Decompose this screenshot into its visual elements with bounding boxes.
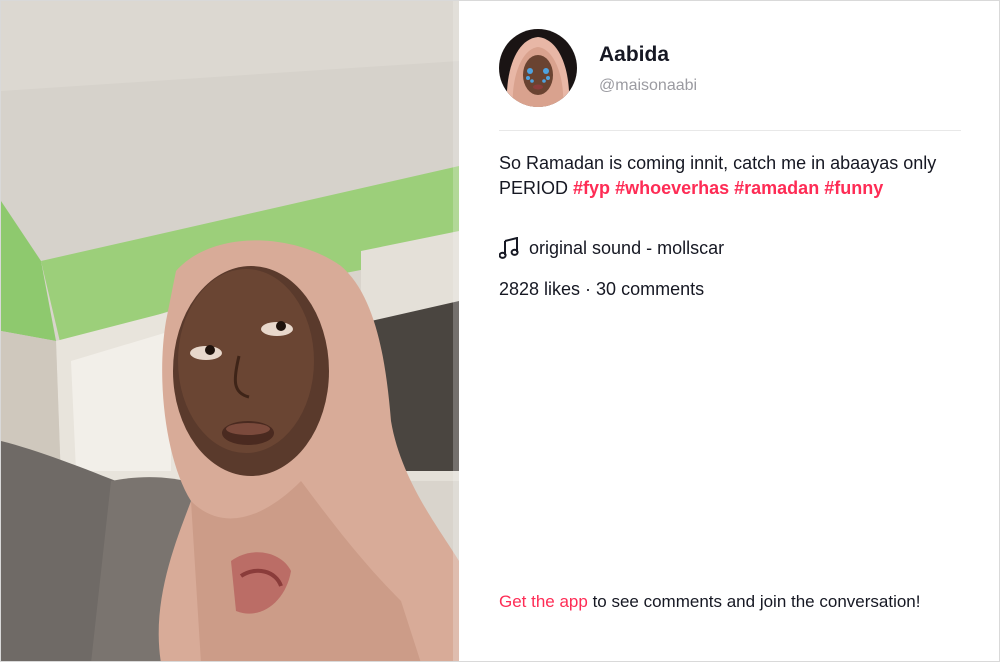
author-handle[interactable]: @maisonaabi — [599, 77, 697, 95]
author-name[interactable]: Aabida — [599, 43, 669, 67]
music-note-icon — [499, 237, 519, 259]
hashtag-whoeverhas[interactable]: #whoeverhas — [615, 178, 729, 198]
avatar[interactable] — [499, 29, 577, 107]
get-app-prompt: Get the app to see comments and join the… — [499, 589, 939, 615]
hashtag-ramadan[interactable]: #ramadan — [734, 178, 819, 198]
music-label[interactable]: original sound - mollscar — [529, 238, 724, 259]
cta-text: to see comments and join the conversatio… — [587, 592, 921, 611]
get-the-app-link[interactable]: Get the app — [499, 592, 588, 611]
avatar-image — [499, 29, 577, 107]
author-header[interactable]: Aabida @maisonaabi — [499, 29, 961, 109]
hashtag-fyp[interactable]: #fyp — [573, 178, 610, 198]
engagement-stats: 2828 likes · 30 comments — [499, 279, 705, 299]
video-caption: So Ramadan is coming innit, catch me in … — [499, 151, 954, 201]
video-player[interactable] — [1, 1, 459, 661]
video-info-panel: Aabida @maisonaabi So Ramadan is coming … — [499, 1, 961, 661]
hashtag-funny[interactable]: #funny — [824, 178, 883, 198]
tiktok-embed: Aabida @maisonaabi So Ramadan is coming … — [0, 0, 1000, 662]
music-link[interactable]: original sound - mollscar — [499, 236, 724, 260]
video-frame-image — [1, 1, 459, 661]
divider — [499, 130, 961, 131]
